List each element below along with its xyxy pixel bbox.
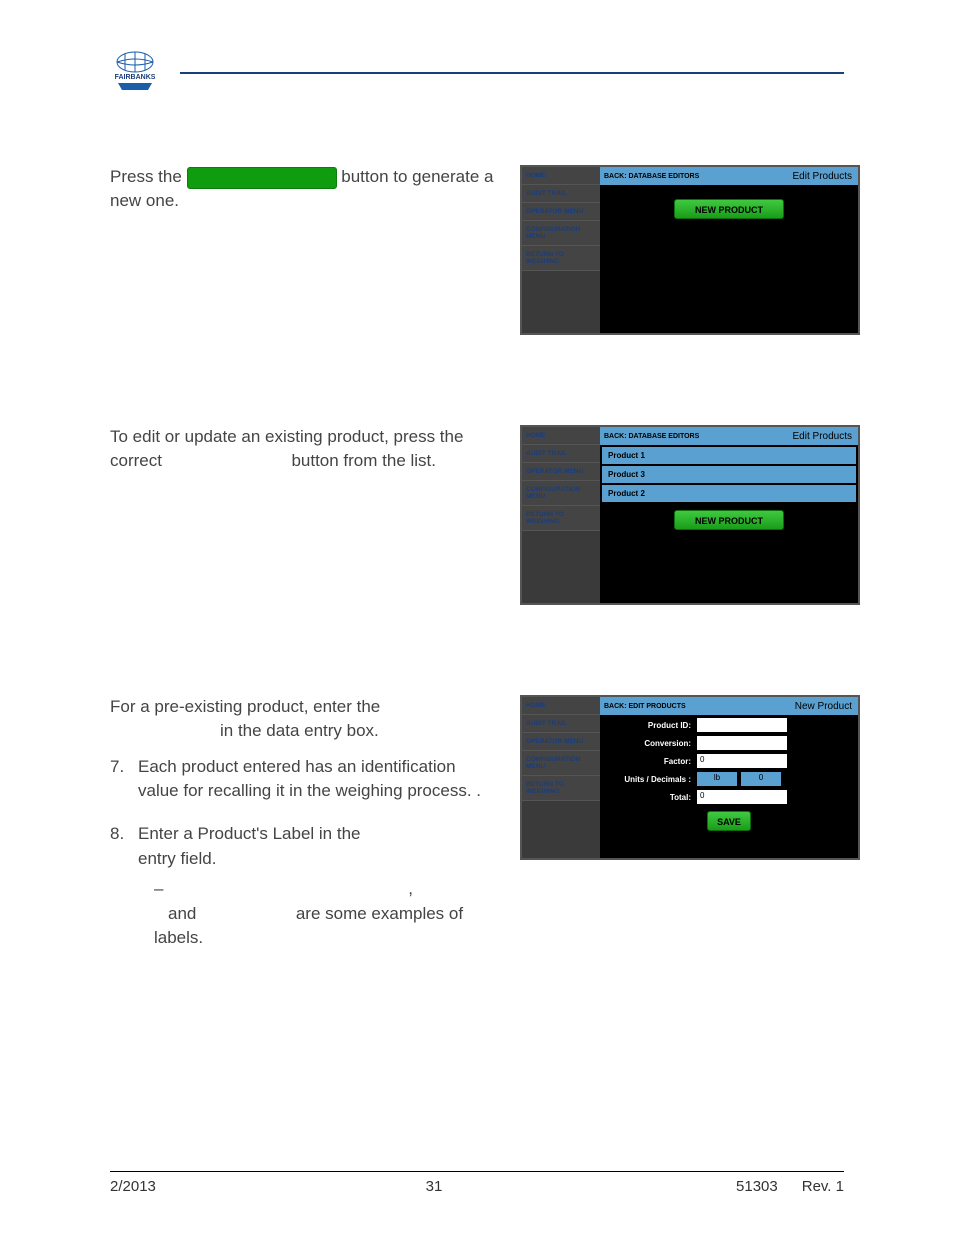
ss-sidebar: HOME AUDIT TRAIL OPERATOR MENU CONFIGURA… (522, 167, 600, 333)
ss-side-audit[interactable]: AUDIT TRAIL (522, 715, 600, 733)
section1-text: Press the button to generate a new one. (110, 165, 500, 213)
ss-side-home[interactable]: HOME (522, 427, 600, 445)
ss-side-return[interactable]: RETURN TO WEIGHING (522, 506, 600, 531)
page-header: FAIRBANKS (110, 50, 844, 95)
svg-text:FAIRBANKS: FAIRBANKS (115, 74, 156, 81)
ss-sidebar: HOME AUDIT TRAIL OPERATOR MENU CONFIGURA… (522, 427, 600, 603)
ss-back-button[interactable]: BACK: EDIT PRODUCTS (600, 703, 795, 710)
list-item-7: 7. Each product entered has an identific… (110, 755, 500, 804)
input-factor[interactable]: 0 (697, 754, 787, 768)
label-factor: Factor: (602, 757, 697, 766)
product-row[interactable]: Product 1 (602, 447, 856, 464)
input-decimals[interactable]: 0 (741, 772, 781, 786)
fairbanks-logo: FAIRBANKS (110, 50, 160, 95)
footer-date: 2/2013 (110, 1178, 156, 1195)
section-edit-existing: To edit or update an existing product, p… (110, 425, 844, 605)
screenshot-edit-products-empty: HOME AUDIT TRAIL OPERATOR MENU CONFIGURA… (520, 165, 860, 335)
input-conversion[interactable] (697, 736, 787, 750)
new-product-button[interactable]: NEW PRODUCT (674, 510, 784, 530)
product-row[interactable]: Product 3 (602, 466, 856, 483)
ss-side-operator[interactable]: OPERATOR MENU (522, 733, 600, 751)
section3-text: For a pre-existing product, enter the in… (110, 695, 500, 969)
ss-back-button[interactable]: BACK: DATABASE EDITORS (600, 433, 793, 440)
input-total[interactable]: 0 (697, 790, 787, 804)
section-new-product: Press the button to generate a new one. … (110, 165, 844, 335)
green-button-placeholder (187, 167, 337, 189)
ss-side-config[interactable]: CONFIGURATION MENU (522, 221, 600, 246)
ss-side-home[interactable]: HOME (522, 167, 600, 185)
footer-rev: Rev. 1 (802, 1178, 844, 1195)
input-units[interactable]: lb (697, 772, 737, 786)
screenshot-new-product-form: HOME AUDIT TRAIL OPERATOR MENU CONFIGURA… (520, 695, 860, 860)
ss-page-title: Edit Products (793, 431, 858, 442)
ss-page-title: New Product (795, 701, 858, 712)
ss-side-operator[interactable]: OPERATOR MENU (522, 203, 600, 221)
label-units: Units / Decimals : (602, 775, 697, 784)
ss-side-return[interactable]: RETURN TO WEIGHING (522, 776, 600, 801)
screenshot-edit-products-list: HOME AUDIT TRAIL OPERATOR MENU CONFIGURA… (520, 425, 860, 605)
new-product-button[interactable]: NEW PRODUCT (674, 199, 784, 219)
section2-text: To edit or update an existing product, p… (110, 425, 500, 473)
save-button[interactable]: SAVE (707, 811, 751, 831)
ss-sidebar: HOME AUDIT TRAIL OPERATOR MENU CONFIGURA… (522, 697, 600, 858)
list-item-8: 8. Enter a Product's Label in the entry … (110, 822, 500, 951)
ss-side-return[interactable]: RETURN TO WEIGHING (522, 246, 600, 271)
product-row[interactable]: Product 2 (602, 485, 856, 502)
header-rule (180, 72, 844, 74)
ss-page-title: Edit Products (793, 171, 858, 182)
footer-docnum: 51303 (736, 1178, 778, 1195)
input-product-id[interactable] (697, 718, 787, 732)
footer-page: 31 (426, 1178, 443, 1195)
ss-side-home[interactable]: HOME (522, 697, 600, 715)
ss-side-operator[interactable]: OPERATOR MENU (522, 463, 600, 481)
ss-back-button[interactable]: BACK: DATABASE EDITORS (600, 173, 793, 180)
label-total: Total: (602, 793, 697, 802)
ss-side-audit[interactable]: AUDIT TRAIL (522, 185, 600, 203)
ss-side-audit[interactable]: AUDIT TRAIL (522, 445, 600, 463)
section-product-form: For a pre-existing product, enter the in… (110, 695, 844, 969)
ss-side-config[interactable]: CONFIGURATION MENU (522, 751, 600, 776)
label-conversion: Conversion: (602, 739, 697, 748)
page-footer: 2/2013 31 51303 Rev. 1 (110, 1171, 844, 1195)
label-product-id: Product ID: (602, 721, 697, 730)
ss-side-config[interactable]: CONFIGURATION MENU (522, 481, 600, 506)
